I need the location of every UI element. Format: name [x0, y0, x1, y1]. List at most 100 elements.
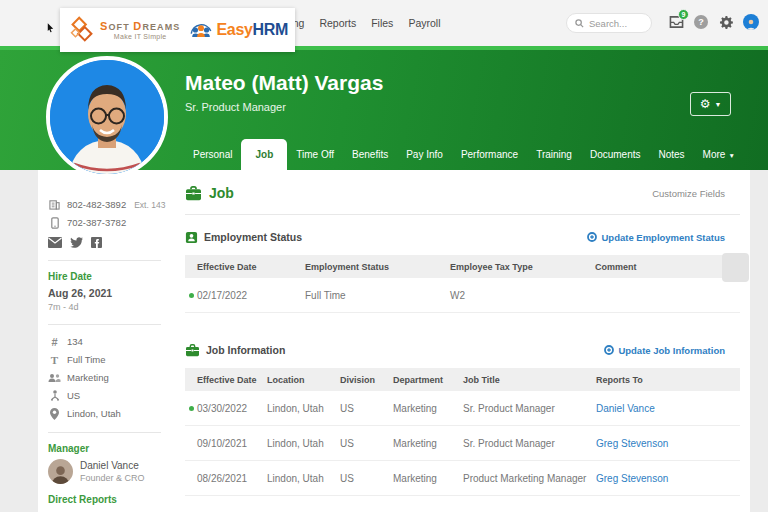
notification-badge: 9 — [678, 9, 689, 20]
mobile-phone-row: 702-387-3782 — [48, 216, 173, 229]
customize-fields-link[interactable]: Customize Fields — [652, 188, 725, 199]
scrollbar-thumb[interactable] — [722, 253, 749, 282]
manager-name: Daniel Vance — [80, 460, 145, 471]
reports-to-link[interactable]: Daniel Vance — [584, 403, 740, 414]
people-icon — [48, 373, 61, 383]
circle-plus-icon — [587, 232, 597, 242]
employment-status-title: Employment Status — [204, 231, 302, 243]
softdreams-logo-text: Soft Dreams — [100, 20, 180, 32]
profile-tab[interactable]: Job▼ — [241, 139, 287, 170]
table-row[interactable]: 09/10/2021 Lindon, Utah US Marketing Sr.… — [185, 426, 740, 461]
profile-tab[interactable]: Time Off▼ — [287, 140, 343, 170]
employee-id: 134 — [67, 336, 83, 347]
help-button[interactable]: ? — [693, 13, 709, 31]
profile-tab[interactable]: Personal▼ — [184, 140, 241, 170]
softdreams-tagline: Make IT Simple — [100, 33, 180, 40]
user-avatar[interactable] — [743, 14, 759, 30]
mobile-phone: 702-387-3782 — [67, 217, 126, 228]
person-icon — [745, 18, 757, 30]
direct-reports-label: Direct Reports — [48, 494, 173, 505]
employee-photo[interactable] — [46, 56, 168, 178]
gear-icon — [719, 15, 734, 30]
divider — [48, 324, 161, 325]
profile-tab[interactable]: More▼ — [694, 140, 744, 170]
employment-type: Full Time — [67, 354, 106, 365]
twitter-icon[interactable] — [70, 237, 83, 248]
help-icon: ? — [694, 15, 708, 29]
profile-tab[interactable]: Documents▼ — [581, 140, 650, 170]
content-panel: 802-482-3892 Ext. 143 702-387-3782 Hire … — [38, 170, 750, 512]
org-icon — [50, 390, 60, 401]
divider — [48, 260, 161, 261]
gear-icon: ⚙ — [700, 98, 711, 110]
divider — [185, 214, 740, 215]
tenure: 7m - 4d — [48, 302, 173, 312]
facebook-icon[interactable] — [91, 237, 102, 248]
profile-settings-button[interactable]: ⚙ ▼ — [690, 92, 731, 116]
hire-date-label: Hire Date — [48, 271, 173, 282]
search-placeholder: Search... — [589, 18, 627, 29]
location-pin-icon — [50, 408, 59, 420]
time-icon: T — [48, 354, 61, 366]
job-information-table: Effective Date Location Division Departm… — [185, 368, 740, 496]
table-header: Effective Date Location Division Departm… — [185, 368, 740, 391]
chevron-down-icon: ▼ — [728, 152, 734, 159]
briefcase-icon — [185, 344, 200, 357]
manager-row[interactable]: Daniel Vance Founder & CRO — [48, 459, 173, 484]
employment-status-icon — [185, 231, 198, 244]
job-information-title: Job Information — [206, 344, 285, 356]
reports-to-link[interactable]: Greg Stevenson — [584, 473, 740, 484]
hire-date-value: Aug 26, 2021 — [48, 287, 173, 299]
email-icon[interactable] — [48, 237, 62, 248]
easyhrm-logo-icon — [188, 17, 214, 43]
work-phone-ext: Ext. 143 — [134, 200, 165, 210]
employee-id-row: # 134 — [48, 335, 173, 348]
easyhrm-logo-text: EasyHRM — [216, 21, 288, 39]
update-job-information-link[interactable]: Update Job Information — [604, 345, 725, 356]
reports-to-link[interactable]: Greg Stevenson — [584, 438, 740, 449]
office-phone-icon — [49, 199, 60, 210]
division-row: US — [48, 389, 173, 402]
profile-tabs: Personal▼Job▼Time Off▼Benefits▼Pay Info▼… — [184, 139, 744, 170]
nav-item[interactable]: Payroll — [408, 17, 440, 29]
profile-tab[interactable]: Pay Info▼ — [397, 140, 452, 170]
search-input[interactable]: Search... — [566, 13, 652, 33]
location-row: Lindon, Utah — [48, 407, 173, 420]
nav-item[interactable]: Files — [371, 17, 393, 29]
employment-type-row: T Full Time — [48, 353, 173, 366]
table-row[interactable]: 03/30/2022 Lindon, Utah US Marketing Sr.… — [185, 391, 740, 426]
work-phone: 802-482-3892 — [67, 199, 126, 210]
department-row: Marketing — [48, 371, 173, 384]
manager-avatar — [48, 459, 73, 484]
employee-sidebar: 802-482-3892 Ext. 143 702-387-3782 Hire … — [48, 198, 173, 510]
softdreams-logo-icon — [68, 16, 96, 44]
mouse-cursor — [47, 23, 54, 33]
table-row[interactable]: 02/17/2022 Full Time W2 — [185, 278, 740, 313]
employee-job-title: Sr. Product Manager — [185, 101, 286, 113]
mobile-phone-icon — [51, 217, 59, 229]
search-icon — [575, 19, 584, 28]
logo-overlay: Soft Dreams Make IT Simple EasyHRM — [60, 8, 295, 52]
update-employment-status-link[interactable]: Update Employment Status — [587, 232, 725, 243]
job-tab-content: Job Customize Fields Employment Status U… — [185, 170, 740, 496]
inbox-button[interactable]: 9 — [668, 13, 684, 31]
profile-tab[interactable]: Benefits▼ — [343, 140, 397, 170]
location: Lindon, Utah — [67, 408, 121, 419]
settings-button[interactable] — [718, 13, 734, 31]
chevron-down-icon: ▼ — [714, 101, 721, 108]
page-title: Job — [209, 185, 234, 201]
profile-tab[interactable]: Performance▼ — [452, 140, 527, 170]
profile-tab[interactable]: Training▼ — [527, 140, 581, 170]
briefcase-icon — [185, 186, 202, 201]
work-phone-row: 802-482-3892 Ext. 143 — [48, 198, 173, 211]
current-indicator-dot — [189, 293, 194, 298]
hash-icon: # — [48, 336, 61, 348]
employee-photo-image — [50, 60, 164, 174]
employee-name: Mateo (Matt) Vargas — [185, 71, 383, 95]
profile-tab[interactable]: Notes▼ — [649, 140, 693, 170]
division: US — [67, 390, 80, 401]
nav-item[interactable]: Reports — [319, 17, 356, 29]
table-row[interactable]: 08/26/2021 Lindon, Utah US Marketing Pro… — [185, 461, 740, 496]
current-indicator-dot — [189, 406, 194, 411]
divider — [48, 432, 161, 433]
